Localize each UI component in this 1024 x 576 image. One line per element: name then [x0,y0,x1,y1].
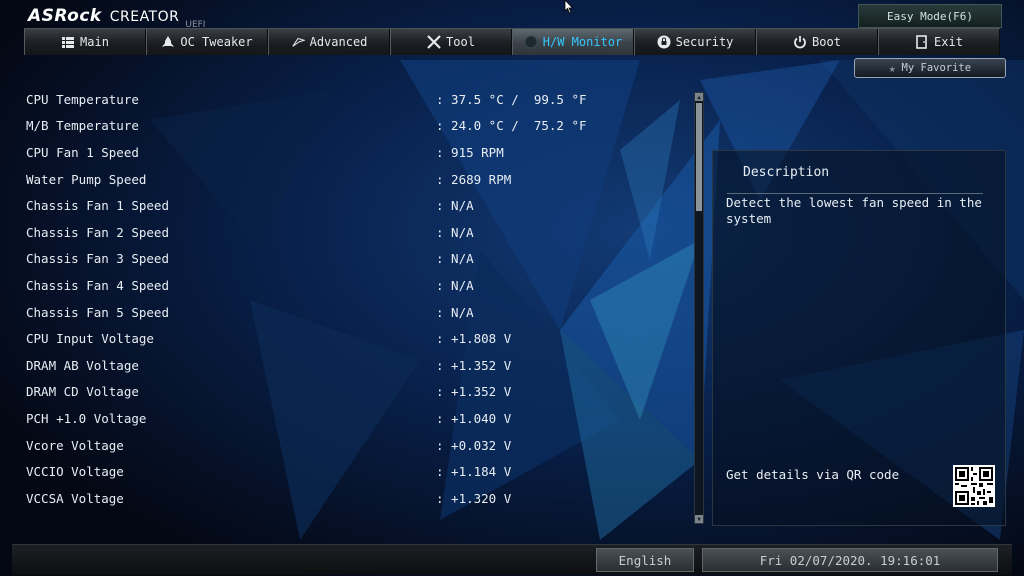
tab-label: Advanced [309,35,368,49]
qr-label: Get details via QR code [726,467,900,482]
item-value: : N/A [436,251,474,267]
item-value: : +1.320 V [436,490,512,506]
list-item[interactable]: Chassis Fan 2 Speed : N/A [26,219,686,246]
brand-name: ASRock [28,6,102,26]
tab-main[interactable]: Main [24,29,146,55]
item-label: Chassis Fan 2 Speed [26,224,169,240]
item-value: : +1.352 V [436,384,512,400]
rocket-icon [161,35,175,49]
tab-label: Security [675,35,734,49]
list-item[interactable]: CPU Temperature : 37.5 °C / 99.5 °F [26,86,686,113]
item-value: : +0.032 V [436,437,512,453]
item-value: : +1.808 V [436,331,512,347]
item-label: Chassis Fan 4 Speed [26,277,169,293]
item-value: : +1.352 V [436,357,512,373]
my-favorite-button[interactable]: ★ My Favorite [854,58,1006,78]
list-item[interactable]: CPU Input Voltage : +1.808 V [26,325,686,352]
exit-icon [915,35,929,49]
list-item[interactable]: CPU Fan 1 Speed : 915 RPM [26,139,686,166]
item-label: Chassis Fan 3 Speed [26,251,169,267]
item-label: VCCSA Voltage [26,490,124,506]
tab-tool[interactable]: Tool [390,29,512,55]
mouse-cursor-icon [564,0,574,14]
description-title: Description [743,165,830,180]
product-name: CREATOR [109,9,180,25]
power-icon [793,35,807,49]
monitor-icon [524,35,538,49]
easy-mode-button[interactable]: Easy Mode(F6) [858,4,1002,28]
item-label: Water Pump Speed [26,171,147,187]
description-text: Detect the lowest fan speed in the syste… [726,195,982,226]
item-label: DRAM CD Voltage [26,384,139,400]
list-item[interactable]: VCCIO Voltage : +1.184 V [26,458,686,485]
item-label: CPU Fan 1 Speed [26,144,139,160]
list-item[interactable]: Chassis Fan 3 Speed : N/A [26,246,686,273]
list-item[interactable]: PCH +1.0 Voltage : +1.040 V [26,405,686,432]
qr-code-icon [953,465,995,507]
list-item[interactable]: DRAM CD Voltage : +1.352 V [26,379,686,406]
scroll-thumb[interactable] [696,103,702,211]
list-scrollbar[interactable]: ▲ ▼ [694,92,704,524]
language-select[interactable]: English [596,548,694,572]
tab-boot[interactable]: Boot [756,29,878,55]
item-value: : N/A [436,198,474,214]
item-label: Chassis Fan 5 Speed [26,304,169,320]
item-label: VCCIO Voltage [26,464,124,480]
item-label: PCH +1.0 Voltage [26,410,147,426]
list-item[interactable]: Chassis Fan 1 Speed : N/A [26,192,686,219]
star-icon: ★ [888,61,896,75]
item-label: DRAM AB Voltage [26,357,139,373]
list-item[interactable]: DRAM AB Voltage : +1.352 V [26,352,686,379]
item-value: : 24.0 °C / 75.2 °F [436,118,587,134]
list-item[interactable]: VCCSA Voltage : +1.320 V [26,485,686,512]
tab-label: OC Tweaker [180,35,253,49]
item-value: : N/A [436,304,474,320]
shield-icon [657,35,671,49]
tab-label: Tool [446,35,475,49]
item-value: : 2689 RPM [436,171,512,187]
item-value: : 37.5 °C / 99.5 °F [436,91,587,107]
item-label: M/B Temperature [26,118,139,134]
list-item[interactable]: Chassis Fan 4 Speed : N/A [26,272,686,299]
item-label: Vcore Voltage [26,437,124,453]
list-item[interactable]: Chassis Fan 5 Speed : N/A [26,299,686,326]
description-panel: Description Detect the lowest fan speed … [712,150,1006,526]
tab-oc-tweaker[interactable]: OC Tweaker [146,29,268,55]
my-favorite-label: My Favorite [901,62,972,74]
item-value: : +1.184 V [436,464,512,480]
tab-security[interactable]: Security [634,29,756,55]
item-value: : +1.040 V [436,410,512,426]
list-item[interactable]: Water Pump Speed : 2689 RPM [26,166,686,193]
list-icon [61,35,75,49]
item-value: : N/A [436,224,474,240]
item-label: CPU Input Voltage [26,331,154,347]
item-label: Chassis Fan 1 Speed [26,198,169,214]
tab-label: H/W Monitor [542,35,623,49]
tab-label: Exit [934,35,963,49]
tab-label: Main [80,35,109,49]
description-divider [727,193,983,194]
star-icon [291,35,305,49]
scroll-down-arrow-icon[interactable]: ▼ [695,515,703,523]
scroll-up-arrow-icon[interactable]: ▲ [695,93,703,101]
main-tabs: Main OC Tweaker Advanced Tool H/W Monito… [24,28,1000,55]
date-time-display[interactable]: Fri 02/07/2020. 19:16:01 [702,548,998,572]
tab-label: Boot [812,35,841,49]
list-item[interactable]: M/B Temperature : 24.0 °C / 75.2 °F [26,113,686,140]
tools-icon [427,35,441,49]
item-label: CPU Temperature [26,91,139,107]
item-value: : 915 RPM [436,144,504,160]
list-item[interactable]: Vcore Voltage : +0.032 V [26,432,686,459]
tab-hw-monitor[interactable]: H/W Monitor [512,29,634,55]
hw-monitor-list: CPU Temperature : 37.5 °C / 99.5 °F M/B T… [26,86,686,512]
item-value: : N/A [436,277,474,293]
tab-advanced[interactable]: Advanced [268,29,390,55]
asrock-logo: ASRock CREATOR UEFI [28,6,205,30]
tab-exit[interactable]: Exit [878,29,1000,55]
